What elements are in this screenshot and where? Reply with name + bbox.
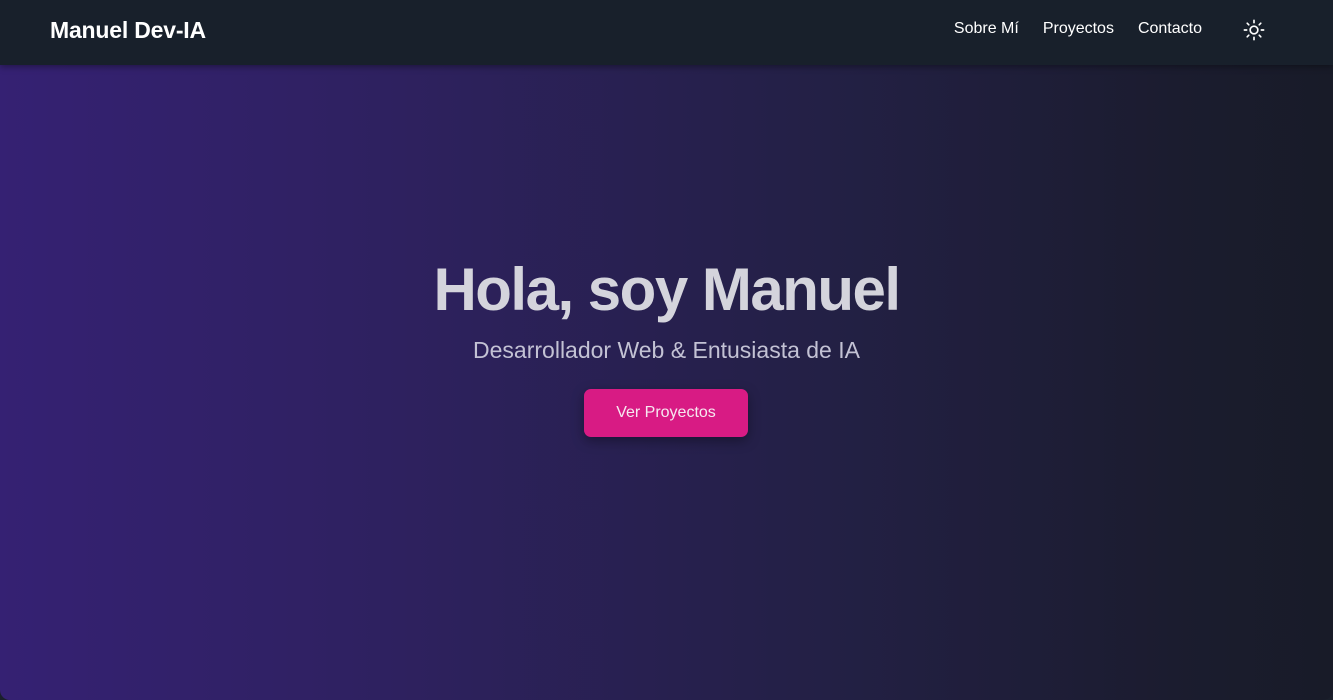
page: Manuel Dev-IA Sobre Mí Proyectos Contact… bbox=[0, 0, 1333, 700]
nav-link-contacto[interactable]: Contacto bbox=[1138, 19, 1202, 39]
view-projects-button[interactable]: Ver Proyectos bbox=[584, 389, 748, 437]
theme-toggle-button[interactable] bbox=[1242, 18, 1266, 42]
nav-links: Sobre Mí Proyectos Contacto bbox=[954, 19, 1202, 39]
brand-logo[interactable]: Manuel Dev-IA bbox=[50, 15, 206, 45]
hero-section: Hola, soy Manuel Desarrollador Web & Ent… bbox=[0, 65, 1333, 700]
hero-title: Hola, soy Manuel bbox=[433, 256, 901, 323]
sun-icon bbox=[1243, 19, 1265, 41]
hero-subtitle: Desarrollador Web & Entusiasta de IA bbox=[473, 337, 860, 363]
nav-link-sobre-mi[interactable]: Sobre Mí bbox=[954, 19, 1019, 39]
nav-link-proyectos[interactable]: Proyectos bbox=[1043, 19, 1114, 39]
navbar: Manuel Dev-IA Sobre Mí Proyectos Contact… bbox=[0, 0, 1333, 65]
